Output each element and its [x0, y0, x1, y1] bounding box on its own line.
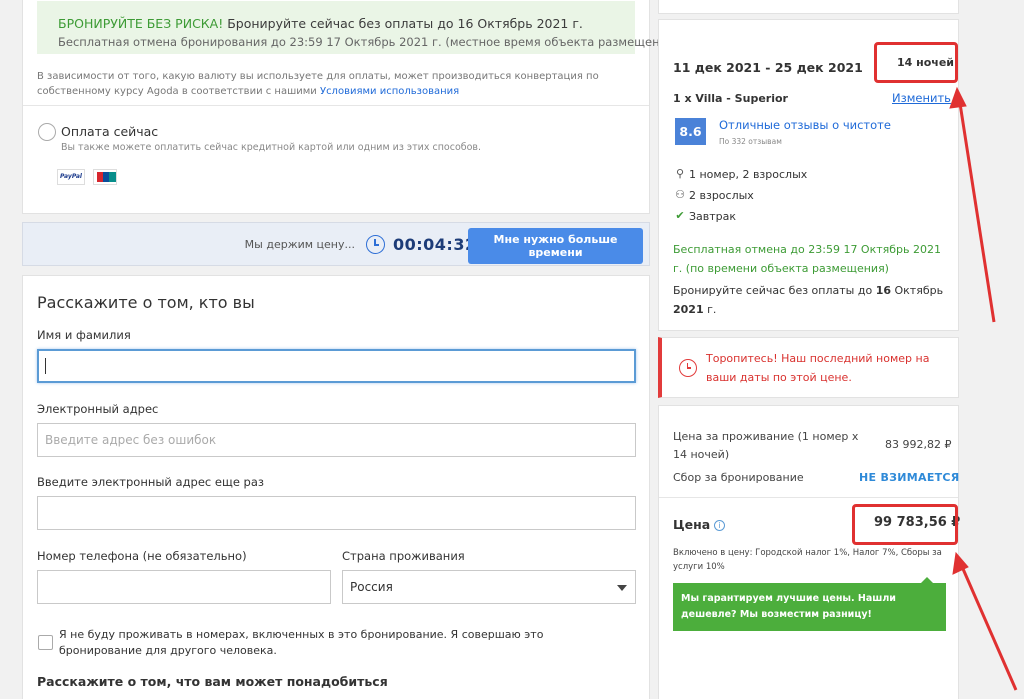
dropdown-arrow-icon: [617, 585, 627, 591]
risk-free-text: Бронируйте сейчас без оплаты до 16 Октяб…: [223, 16, 583, 31]
guests-icon: ⚇: [675, 188, 685, 201]
phone-input[interactable]: [37, 570, 331, 604]
price-hold-bar: Мы держим цену... 00:04:32 Мне нужно бол…: [22, 222, 650, 266]
feature-guests: 2 взрослых: [689, 189, 754, 202]
country-label: Страна проживания: [342, 549, 465, 563]
email-label: Электронный адрес: [37, 402, 159, 416]
total-highlight-box: [852, 504, 958, 545]
countdown-timer: 00:04:32: [393, 235, 477, 254]
top-card-stub: [658, 0, 959, 14]
free-cancellation-line: Бесплатная отмена бронирования до 23:59 …: [58, 35, 679, 49]
terms-link[interactable]: Условиями использования: [320, 86, 459, 97]
change-link[interactable]: Изменить: [892, 91, 951, 105]
other-guest-label[interactable]: Я не буду проживать в номерах, включенны…: [59, 627, 619, 659]
pay-now-radio[interactable]: [38, 123, 56, 141]
cleanliness-score: 8.6: [675, 118, 706, 145]
text-caret: [45, 358, 46, 374]
name-label: Имя и фамилия: [37, 328, 131, 342]
guest-details-form: Расскажите о том, кто вы Имя и фамилия Э…: [22, 275, 650, 699]
arrow-to-nights: [957, 96, 996, 323]
info-icon[interactable]: i: [714, 520, 726, 531]
risk-free-banner: БРОНИРУЙТЕ БЕЗ РИСКА! Бронируйте сейчас …: [37, 1, 678, 54]
pay-later-text: Бронируйте сейчас без оплаты до: [673, 284, 876, 297]
pay-later-month: Октябрь: [891, 284, 944, 297]
pay-later-note: Бронируйте сейчас без оплаты до 16 Октяб…: [673, 281, 953, 319]
booking-fee-value: НЕ ВЗИМАЕТСЯ: [859, 471, 960, 484]
pay-later-day: 16: [875, 284, 891, 297]
room-icon: ⚲: [675, 167, 685, 180]
review-count: По 332 отзывам: [719, 137, 782, 146]
free-cancellation-note: Бесплатная отмена до 23:59 17 Октябрь 20…: [673, 243, 942, 275]
phone-label: Номер телефона (не обязательно): [37, 549, 247, 563]
divider: [659, 497, 958, 498]
other-guest-checkbox[interactable]: [38, 635, 53, 650]
price-breakdown: Цена за проживание (1 номер x 14 ночей) …: [658, 405, 960, 699]
currency-note-text: В зависимости от того, какую валюту вы и…: [37, 71, 599, 97]
cleanliness-label[interactable]: Отличные отзывы о чистоте: [719, 118, 891, 132]
paypal-logo: PayPal: [57, 169, 85, 185]
risk-free-tag: БРОНИРУЙТЕ БЕЗ РИСКА!: [58, 16, 224, 31]
stay-price-label: Цена за проживание (1 номер x 14 ночей): [673, 430, 859, 461]
total-price-label: Цена i: [673, 517, 726, 532]
booking-fee-label: Сбор за бронирование: [673, 471, 804, 484]
feature-rooms: 1 номер, 2 взрослых: [689, 168, 808, 181]
room-type: 1 x Villa - Superior: [673, 92, 788, 105]
clock-icon: [366, 235, 385, 254]
feature-breakfast: Завтрак: [689, 210, 737, 223]
booking-conditions-card: БРОНИРУЙТЕ БЕЗ РИСКА! Бронируйте сейчас …: [22, 0, 678, 214]
currency-note: В зависимости от того, какую валюту вы и…: [37, 69, 637, 99]
email-confirm-input[interactable]: [37, 496, 636, 530]
unionpay-logo: [93, 169, 117, 185]
urgency-text: Торопитесь! Наш последний номер на ваши …: [706, 352, 930, 384]
pay-now-note: Вы также можете оплатить сейчас кредитно…: [61, 142, 482, 153]
pay-now-label[interactable]: Оплата сейчас: [61, 124, 158, 139]
risk-free-headline: БРОНИРУЙТЕ БЕЗ РИСКА! Бронируйте сейчас …: [58, 16, 583, 31]
unionpay-logo-teal: [109, 172, 116, 182]
email-confirm-label: Введите электронный адрес еще раз: [37, 475, 265, 489]
price-guarantee-banner: Мы гарантируем лучшие цены. Нашли дешевл…: [673, 577, 946, 631]
arrow-to-total: [958, 561, 1018, 691]
stay-dates: 11 дек 2021 - 25 дек 2021: [673, 60, 863, 75]
urgency-alert: Торопитесь! Наш последний номер на ваши …: [658, 337, 959, 398]
special-requests-title: Расскажите о том, что вам может понадоби…: [37, 674, 388, 689]
nights-highlight-box: [874, 42, 958, 83]
included-taxes: Включено в цену: Городской налог 1%, Нал…: [673, 548, 942, 572]
pay-later-suffix: г.: [703, 303, 717, 316]
divider: [23, 105, 649, 106]
form-title: Расскажите о том, кто вы: [37, 293, 255, 312]
more-time-button[interactable]: Мне нужно больше времени: [468, 228, 643, 264]
checkmark-icon: ✔: [675, 209, 685, 222]
country-select[interactable]: Россия: [342, 570, 636, 604]
country-value: Россия: [350, 580, 393, 594]
full-name-input[interactable]: [37, 349, 636, 383]
pay-later-year: 2021: [673, 303, 704, 316]
stay-price-value: 83 992,82 ₽: [885, 438, 952, 451]
total-price-label-text: Цена: [673, 517, 711, 532]
price-hold-text: Мы держим цену...: [244, 238, 355, 251]
alarm-clock-icon: [679, 359, 697, 377]
email-input[interactable]: Введите адрес без ошибок: [37, 423, 636, 457]
